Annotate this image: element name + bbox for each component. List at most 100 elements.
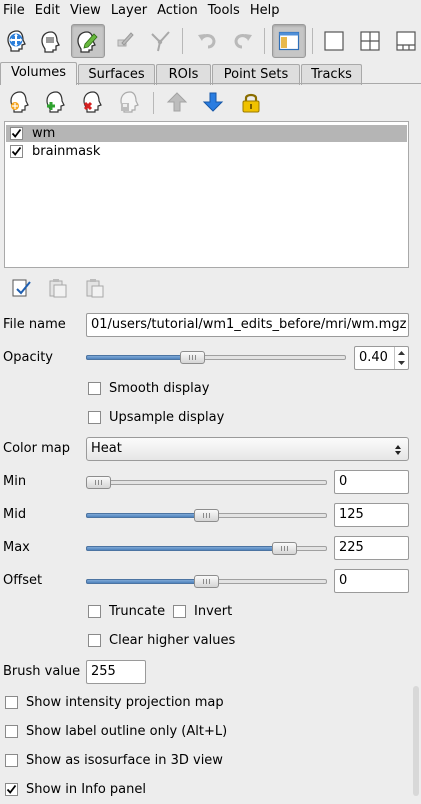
slider-handle[interactable]: [194, 509, 219, 522]
menu-layer[interactable]: Layer: [108, 1, 151, 21]
recon-edit-button[interactable]: [71, 24, 105, 58]
checkmark-icon: [11, 146, 22, 156]
layout-2x2-button[interactable]: [353, 24, 387, 58]
layout-2x2-icon: [360, 31, 380, 51]
move-down-button[interactable]: [199, 88, 227, 116]
spin-arrows[interactable]: [394, 347, 408, 369]
slider-handle[interactable]: [272, 542, 297, 555]
opacity-spinbox[interactable]: 0.40: [354, 346, 409, 370]
undo-button[interactable]: [190, 24, 224, 58]
spin-up-icon[interactable]: [395, 347, 408, 369]
tab-rois[interactable]: ROIs: [156, 64, 211, 85]
min-slider[interactable]: [86, 473, 327, 493]
move-up-button[interactable]: [163, 88, 191, 116]
max-slider[interactable]: [86, 539, 327, 559]
layout-1-3-button[interactable]: [389, 24, 421, 58]
redo-button[interactable]: [226, 24, 260, 58]
new-volume-button[interactable]: [42, 88, 70, 116]
menu-tools[interactable]: Tools: [205, 1, 244, 21]
checkbox-box[interactable]: [88, 411, 101, 424]
roi-edit-button[interactable]: [108, 24, 142, 58]
panel-scrollbar[interactable]: [413, 686, 419, 796]
load-volume-button[interactable]: [6, 88, 34, 116]
slider-groove: [86, 480, 327, 485]
slider-fill: [86, 355, 193, 360]
checkbox-box[interactable]: [5, 725, 18, 738]
menu-action[interactable]: Action: [154, 1, 202, 21]
menu-view[interactable]: View: [67, 1, 105, 21]
roi-edit-icon: [117, 32, 134, 47]
checkbox-box[interactable]: [5, 754, 18, 767]
show-intensity-projection-checkbox[interactable]: Show intensity projection map: [5, 695, 224, 710]
show-info-panel-label: Show in Info panel: [26, 782, 146, 797]
offset-slider[interactable]: [86, 572, 327, 592]
menu-help[interactable]: Help: [247, 1, 284, 21]
truncate-checkbox[interactable]: Truncate: [88, 604, 165, 619]
checkbox-box[interactable]: [88, 605, 101, 618]
checkbox-box[interactable]: [88, 382, 101, 395]
layer-tabs: Volumes Surfaces ROIs Point Sets Tracks: [0, 62, 421, 85]
tab-point-sets[interactable]: Point Sets: [212, 64, 300, 85]
min-label: Min: [3, 474, 27, 489]
layer-visible-checkbox[interactable]: [10, 127, 23, 140]
slider-fill: [86, 513, 207, 518]
layer-visible-checkbox[interactable]: [10, 145, 23, 158]
min-field[interactable]: 0: [334, 470, 409, 494]
color-map-label: Color map: [3, 441, 70, 456]
checkbox-box[interactable]: [173, 605, 186, 618]
mid-field[interactable]: 125: [334, 503, 409, 527]
invert-checkbox[interactable]: Invert: [173, 604, 232, 619]
show-label-outline-label: Show label outline only (Alt+L): [26, 724, 228, 739]
checkbox-box[interactable]: [5, 783, 18, 796]
tab-volumes[interactable]: Volumes: [0, 62, 77, 85]
checkbox-box[interactable]: [88, 634, 101, 647]
move-down-icon: [202, 92, 224, 112]
color-map-value: Heat: [91, 441, 122, 456]
new-volume-icon: [46, 91, 65, 113]
toolbar-separator: [182, 28, 183, 54]
toolbar-separator: [312, 28, 313, 54]
menu-edit[interactable]: Edit: [32, 1, 64, 21]
undo-icon: [198, 34, 216, 49]
clear-higher-label: Clear higher values: [109, 633, 236, 648]
toggle-panel-button[interactable]: [272, 24, 306, 58]
load-volume-icon: [10, 91, 29, 113]
save-volume-button[interactable]: [116, 88, 144, 116]
copy-button[interactable]: [45, 274, 71, 302]
tab-tracks[interactable]: Tracks: [301, 64, 362, 85]
layout-1x1-button[interactable]: [317, 24, 351, 58]
checkbox-box[interactable]: [5, 696, 18, 709]
max-field[interactable]: 225: [334, 536, 409, 560]
menu-file[interactable]: File: [0, 1, 29, 21]
upsample-display-checkbox[interactable]: Upsample display: [88, 410, 224, 425]
voxel-edit-button[interactable]: [34, 24, 68, 58]
close-volume-button[interactable]: [79, 88, 107, 116]
max-label: Max: [3, 540, 30, 555]
navigate-button[interactable]: [0, 24, 34, 58]
layer-row-wm[interactable]: wm: [6, 125, 407, 142]
smooth-display-checkbox[interactable]: Smooth display: [88, 381, 209, 396]
brush-value-label: Brush value: [3, 664, 81, 679]
color-map-combo[interactable]: Heat: [86, 437, 409, 461]
offset-field[interactable]: 0: [334, 569, 409, 593]
lock-button[interactable]: [237, 88, 265, 116]
layer-row-brainmask[interactable]: brainmask: [6, 143, 407, 160]
clear-higher-checkbox[interactable]: Clear higher values: [88, 633, 235, 648]
tab-surfaces[interactable]: Surfaces: [78, 64, 155, 85]
mid-slider[interactable]: [86, 506, 327, 526]
slider-handle[interactable]: [194, 575, 219, 588]
slider-handle[interactable]: [180, 351, 205, 364]
opacity-slider[interactable]: [86, 348, 346, 368]
select-all-button[interactable]: [8, 274, 34, 302]
point-set-edit-button[interactable]: [144, 24, 178, 58]
truncate-label: Truncate: [109, 604, 166, 619]
opacity-label: Opacity: [3, 350, 54, 365]
brush-value-field[interactable]: 255: [86, 660, 146, 684]
show-label-outline-checkbox[interactable]: Show label outline only (Alt+L): [5, 724, 227, 739]
show-info-panel-checkbox[interactable]: Show in Info panel: [5, 782, 146, 797]
show-intensity-projection-label: Show intensity projection map: [26, 695, 224, 710]
file-name-field[interactable]: 01/users/tutorial/wm1_edits_before/mri/w…: [86, 313, 409, 337]
paste-button[interactable]: [82, 274, 108, 302]
slider-handle[interactable]: [86, 476, 111, 489]
show-isosurface-checkbox[interactable]: Show as isosurface in 3D view: [5, 753, 223, 768]
